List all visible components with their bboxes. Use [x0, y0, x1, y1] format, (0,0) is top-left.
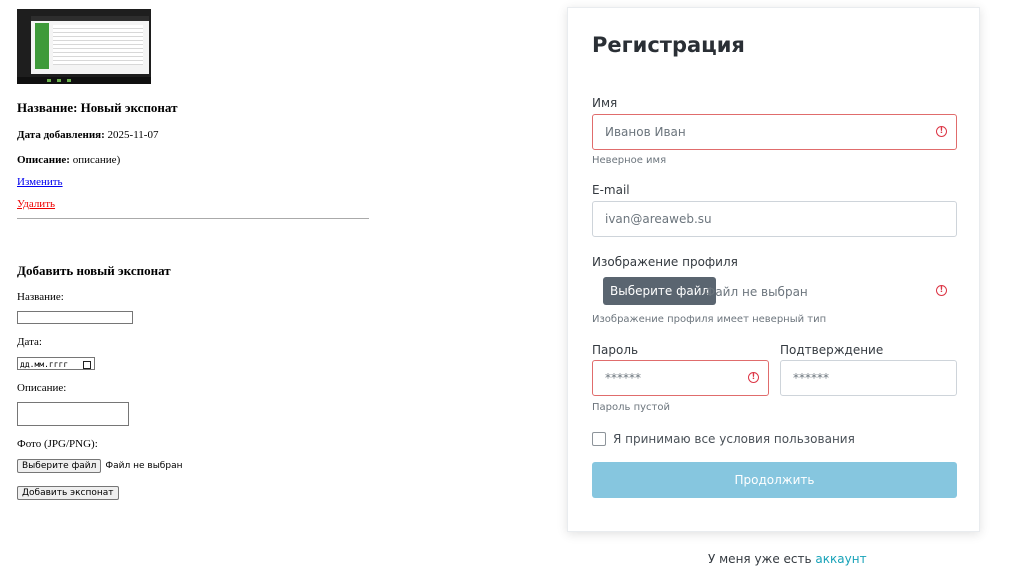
error-icon: !	[936, 285, 947, 296]
photo-label: Фото (JPG/PNG):	[17, 438, 98, 450]
delete-link[interactable]: Удалить	[17, 198, 369, 210]
add-exhibit-button[interactable]: Добавить экспонат	[17, 486, 119, 500]
exhibit-title: Название: Новый экспонат	[17, 100, 178, 115]
name-field-label: Имя	[592, 96, 618, 110]
password-label: Пароль	[592, 343, 639, 357]
email-label: E-mail	[592, 183, 630, 197]
divider	[17, 218, 369, 219]
name-input[interactable]	[17, 311, 133, 324]
calendar-icon[interactable]	[83, 361, 91, 369]
photo-file-picker: Выберите файл Файл не выбран	[17, 459, 369, 473]
image-label: Изображение профиля	[592, 255, 738, 269]
terms-label[interactable]: Я принимаю все условия пользования	[613, 432, 855, 446]
choose-file-button[interactable]: Выберите файл	[17, 459, 102, 473]
exhibit-date: Дата добавления: 2025-11-07	[17, 129, 159, 141]
add-form-heading: Добавить новый экспонат	[17, 263, 171, 278]
email-field[interactable]: ivan@areaweb.su	[592, 201, 957, 237]
registration-title: Регистрация	[592, 33, 745, 57]
name-label: Название:	[17, 291, 64, 303]
terms-checkbox[interactable]	[592, 432, 606, 446]
exhibit-panel: Название: Новый экспонат Дата добавления…	[17, 9, 369, 500]
error-icon: !	[748, 372, 759, 383]
confirm-field[interactable]: ******	[780, 360, 957, 396]
password-field[interactable]: ****** !	[592, 360, 769, 396]
exhibit-description: Описание: описание)	[17, 154, 121, 166]
name-error: Неверное имя	[592, 155, 667, 166]
description-textarea[interactable]	[17, 402, 129, 426]
date-input[interactable]: дд.мм.гггг	[17, 357, 95, 370]
error-icon: !	[936, 126, 947, 137]
description-label: Описание:	[17, 382, 67, 394]
edit-link[interactable]: Изменить	[17, 176, 369, 188]
password-error: Пароль пустой	[592, 402, 670, 413]
confirm-label: Подтверждение	[780, 343, 884, 357]
file-status: Файл не выбран	[105, 461, 183, 471]
exhibit-thumbnail	[17, 9, 151, 84]
date-label: Дата:	[17, 336, 42, 348]
account-link[interactable]: аккаунт	[815, 552, 866, 566]
file-status: Файл не выбран	[705, 285, 808, 299]
choose-file-button[interactable]: Выберите файл	[603, 277, 717, 305]
name-field[interactable]: Иванов Иван !	[592, 114, 957, 150]
image-error: Изображение профиля имеет неверный тип	[592, 314, 827, 325]
login-prompt: У меня уже есть аккаунт	[708, 552, 867, 566]
continue-button[interactable]: Продолжить	[592, 462, 957, 498]
registration-card: Регистрация Имя Иванов Иван ! Неверное и…	[567, 7, 980, 532]
